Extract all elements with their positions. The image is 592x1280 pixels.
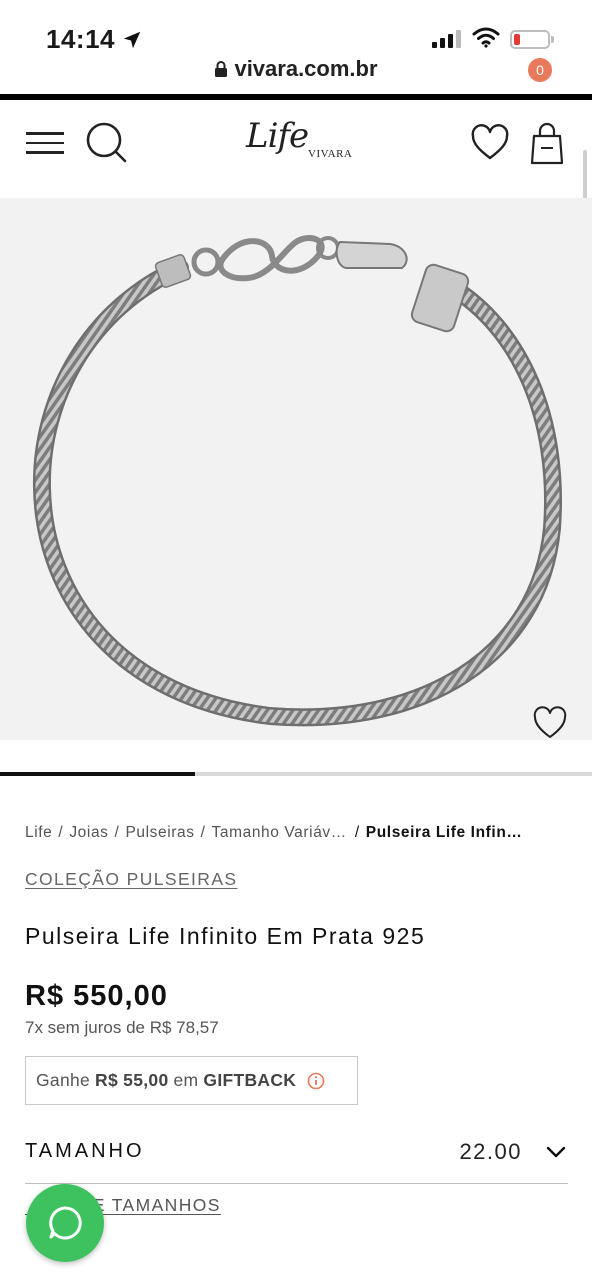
status-bar: 14:14 vivara.com.br (0, 0, 592, 90)
whatsapp-icon (49, 1206, 82, 1240)
product-title: Pulseira Life Infinito Em Prata 925 (25, 923, 426, 949)
wishlist-heart-icon[interactable] (470, 124, 510, 162)
giftback-box: Ganhe R$ 55,00 em GIFTBACK (25, 1056, 358, 1105)
logo-script: Life (246, 116, 309, 156)
lock-icon (215, 61, 228, 77)
whatsapp-chat-button[interactable] (26, 1184, 104, 1262)
breadcrumb-item-joias[interactable]: Joias (69, 824, 108, 842)
breadcrumb-separator: / (200, 824, 206, 841)
hamburger-menu-icon[interactable] (26, 132, 64, 156)
product-price: R$ 550,00 (25, 980, 168, 1012)
url-text: vivara.com.br (234, 56, 378, 81)
cart-count-badge: 0 (528, 58, 552, 82)
product-image[interactable] (0, 198, 592, 740)
chevron-down-icon (546, 1146, 566, 1158)
giftback-amount: R$ 55,00 (95, 1070, 169, 1090)
breadcrumb-item-tamanho[interactable]: Tamanho Variáv… (212, 824, 347, 842)
size-value: 22.00 (459, 1139, 522, 1164)
breadcrumb-separator: / (58, 824, 64, 841)
breadcrumb: Life / Joias / Pulseiras / Tamanho Variá… (25, 824, 570, 842)
breadcrumb-separator: / (354, 824, 360, 841)
logo-subtitle: VIVARA (308, 148, 353, 160)
cellular-signal-icon (432, 30, 461, 48)
address-bar[interactable]: vivara.com.br (0, 56, 592, 82)
favorite-heart-icon[interactable] (532, 706, 568, 740)
battery-icon (510, 30, 554, 49)
breadcrumb-separator: / (114, 824, 120, 841)
search-icon[interactable] (84, 120, 130, 166)
breadcrumb-item-life[interactable]: Life (25, 824, 52, 842)
gallery-progress-bar (0, 772, 592, 776)
gallery-progress-fill (0, 772, 196, 776)
giftback-middle: em (173, 1070, 199, 1090)
location-arrow-icon (123, 31, 141, 48)
time-text: 14:14 (46, 24, 115, 54)
vivara-life-logo[interactable]: Life VIVARA (240, 116, 358, 172)
collection-link[interactable]: COLEÇÃO PULSEIRAS (25, 869, 237, 890)
size-selector[interactable]: TAMANHO 22.00 (25, 1128, 568, 1184)
status-time: 14:14 (46, 24, 143, 55)
wifi-icon (472, 27, 500, 48)
shopping-bag-icon[interactable] (528, 120, 566, 166)
bracelet-photo (32, 235, 562, 727)
breadcrumb-item-pulseiras[interactable]: Pulseiras (125, 824, 194, 842)
info-icon[interactable] (307, 1072, 325, 1090)
site-header: Life VIVARA (0, 100, 592, 198)
giftback-label: GIFTBACK (203, 1070, 297, 1090)
installments-text: 7x sem juros de R$ 78,57 (25, 1018, 219, 1037)
breadcrumb-current: Pulseira Life Infin… (365, 824, 523, 841)
giftback-prefix: Ganhe (36, 1070, 91, 1090)
size-guide-visible-text: E TAMANHOS (92, 1195, 221, 1215)
size-label: TAMANHO (25, 1140, 145, 1162)
